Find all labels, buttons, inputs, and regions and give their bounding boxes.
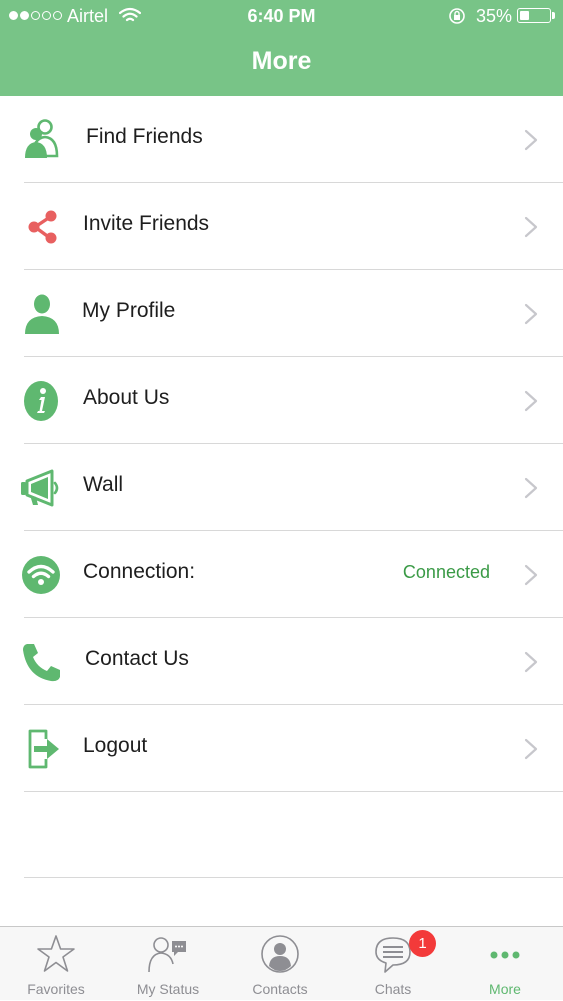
- battery-percent: 35%: [476, 6, 513, 26]
- profile-icon: [20, 292, 64, 336]
- menu-item-my-profile[interactable]: My Profile: [0, 270, 563, 357]
- chevron-right-icon: [524, 129, 538, 151]
- status-bar: Airtel 6:40 PM 35%: [0, 0, 563, 32]
- tab-more-label: More: [489, 981, 521, 997]
- menu-list: Find Friends Invite Friends My Profile A…: [0, 96, 563, 792]
- tab-chats-label: Chats: [374, 981, 412, 997]
- chevron-right-icon: [524, 564, 538, 586]
- phone-icon: [20, 640, 64, 684]
- find-friends-icon: [20, 118, 64, 162]
- chevron-right-icon: [524, 303, 538, 325]
- chats-icon: [375, 937, 411, 973]
- battery-icon: [517, 8, 551, 23]
- chevron-right-icon: [524, 738, 538, 760]
- chevron-right-icon: [524, 390, 538, 412]
- star-icon: [37, 935, 75, 972]
- wall-label: Wall: [83, 473, 124, 496]
- my-profile-label: My Profile: [82, 299, 176, 322]
- tab-more[interactable]: More: [449, 927, 561, 1001]
- tab-contacts-label: Contacts: [252, 981, 308, 997]
- logout-label: Logout: [83, 734, 148, 757]
- menu-item-wall[interactable]: Wall: [0, 444, 563, 531]
- wifi-icon: [20, 553, 64, 597]
- chats-badge: 1: [409, 930, 436, 957]
- contacts-icon: [261, 935, 299, 973]
- chevron-right-icon: [524, 216, 538, 238]
- status-icon: [148, 937, 186, 973]
- tab-favorites[interactable]: Favorites: [0, 927, 112, 1001]
- about-us-label: About Us: [83, 386, 170, 409]
- find-friends-label: Find Friends: [86, 125, 203, 148]
- connection-label: Connection:: [83, 560, 196, 583]
- tab-favorites-label: Favorites: [27, 981, 85, 997]
- app-header: Airtel 6:40 PM 35% More: [0, 0, 563, 96]
- tab-bar: Favorites My Status Contacts Chats More: [0, 926, 563, 1000]
- chevron-right-icon: [524, 477, 538, 499]
- megaphone-icon: [20, 466, 64, 510]
- chevron-right-icon: [524, 651, 538, 673]
- menu-item-invite-friends[interactable]: Invite Friends: [0, 183, 563, 270]
- info-icon: [20, 379, 64, 423]
- rotation-lock-icon: [449, 8, 465, 24]
- share-icon: [20, 205, 64, 249]
- menu-item-about-us[interactable]: About Us: [0, 357, 563, 444]
- battery-nub: [552, 12, 555, 19]
- menu-item-logout[interactable]: Logout: [0, 705, 563, 792]
- tab-my-status-label: My Status: [136, 981, 200, 997]
- menu-item-connection[interactable]: Connection: Connected: [0, 531, 563, 618]
- connection-status: Connected: [402, 562, 490, 582]
- menu-item-find-friends[interactable]: Find Friends: [0, 96, 563, 183]
- logout-icon: [20, 727, 64, 771]
- menu-item-contact-us[interactable]: Contact Us: [0, 618, 563, 705]
- tab-contacts[interactable]: Contacts: [224, 927, 336, 1001]
- tab-my-status[interactable]: My Status: [112, 927, 224, 1001]
- contact-us-label: Contact Us: [85, 647, 189, 670]
- more-icon: [490, 951, 520, 959]
- invite-friends-label: Invite Friends: [83, 212, 210, 235]
- list-divider: [24, 877, 563, 878]
- page-title: More: [251, 47, 312, 75]
